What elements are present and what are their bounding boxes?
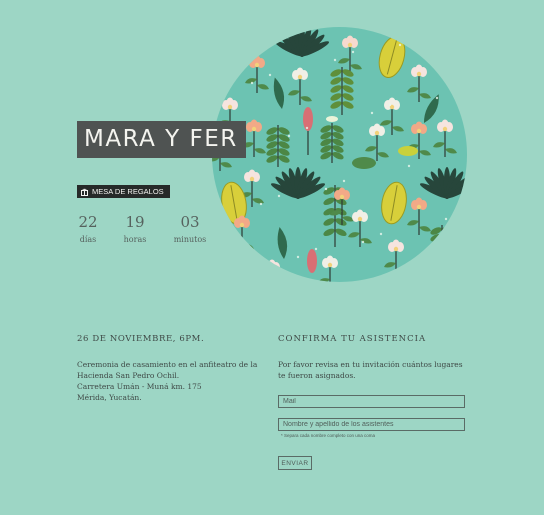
countdown-hours: 19 horas — [121, 213, 149, 245]
countdown-minutes-value: 03 — [180, 213, 200, 231]
attendee-names-field[interactable] — [278, 418, 465, 431]
event-line: Ceremonia de casamiento en el anfiteatro… — [77, 360, 258, 369]
countdown-days: 22 días — [77, 213, 99, 245]
rsvp-title: CONFIRMA TU ASISTENCIA — [278, 334, 427, 344]
submit-button[interactable]: ENVIAR — [278, 456, 312, 470]
gift-icon — [81, 188, 88, 196]
event-line: Carretera Umán - Muná km. 175 — [77, 382, 202, 391]
mail-field[interactable] — [278, 395, 465, 408]
countdown-hours-label: horas — [123, 235, 147, 244]
event-description: Ceremonia de casamiento en el anfiteatro… — [77, 359, 267, 403]
rsvp-line: te fueron asignados. — [278, 371, 356, 380]
countdown-minutes-label: minutos — [173, 235, 207, 244]
gift-registry-label: MESA DE REGALOS — [92, 187, 164, 196]
countdown: 22 días 19 horas 03 minutos — [77, 213, 227, 249]
event-line: Mérida, Yucatán. — [77, 393, 142, 402]
couple-names: MARA Y FER — [77, 121, 246, 158]
rsvp-description: Por favor revisa en tu invitación cuánto… — [278, 359, 478, 381]
floral-illustration — [212, 27, 467, 282]
rsvp-line: Por favor revisa en tu invitación cuánto… — [278, 360, 463, 369]
countdown-hours-value: 19 — [125, 213, 145, 231]
event-line: Hacienda San Pedro Ochil. — [77, 371, 180, 380]
names-hint: * Separa cada nombre completo con una co… — [281, 433, 376, 438]
countdown-days-value: 22 — [78, 213, 98, 231]
event-date: 26 DE NOVIEMBRE, 6PM. — [77, 334, 205, 344]
countdown-days-label: días — [79, 235, 97, 244]
gift-registry-button[interactable]: MESA DE REGALOS — [77, 185, 170, 198]
countdown-minutes: 03 minutos — [173, 213, 207, 245]
invitation-page: MARA Y FER MESA DE REGALOS 22 días 19 ho… — [0, 0, 544, 515]
